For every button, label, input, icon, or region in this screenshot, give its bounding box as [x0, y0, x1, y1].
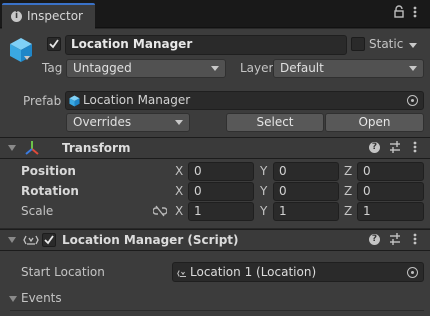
- tag-value: Untagged: [73, 61, 132, 75]
- axis-y-label[interactable]: Y: [260, 184, 267, 198]
- scale-z-field[interactable]: 1: [357, 202, 424, 221]
- help-icon[interactable]: ?: [369, 234, 380, 245]
- static-label: Static: [369, 37, 404, 51]
- axis-x-label[interactable]: X: [175, 184, 183, 198]
- axis-y-label[interactable]: Y: [260, 204, 267, 218]
- object-picker-icon[interactable]: [407, 95, 418, 106]
- script-enabled-checkbox[interactable]: [42, 233, 56, 247]
- scale-x-field[interactable]: 1: [188, 202, 254, 221]
- script-body: [0, 251, 430, 316]
- cube-dropdown-caret-icon[interactable]: [24, 56, 30, 60]
- events-foldout-arrow-icon[interactable]: [9, 296, 17, 302]
- rotation-x-field[interactable]: 0: [188, 182, 254, 201]
- rotation-label: Rotation: [21, 184, 79, 198]
- start-location-label: Start Location: [21, 265, 105, 279]
- open-button[interactable]: Open: [325, 113, 424, 132]
- script-title: Location Manager (Script): [62, 233, 239, 247]
- rotation-y-field[interactable]: 0: [273, 182, 339, 201]
- prefab-asset-name: Location Manager: [83, 93, 191, 107]
- component-menu-icon[interactable]: [412, 141, 418, 155]
- transform-axes-icon: [24, 140, 40, 156]
- scale-label: Scale: [21, 204, 54, 218]
- tab-title: Inspector: [27, 9, 83, 23]
- position-label: Position: [21, 164, 76, 178]
- link-broken-icon[interactable]: [152, 205, 168, 217]
- axis-x-label[interactable]: X: [175, 164, 183, 178]
- axis-y-label[interactable]: Y: [260, 164, 267, 178]
- script-reference-icon: [177, 267, 189, 278]
- component-menu-icon[interactable]: [412, 233, 418, 247]
- tag-label: Tag: [42, 61, 63, 75]
- events-label[interactable]: Events: [21, 291, 62, 305]
- prefab-cube-icon: [69, 95, 80, 107]
- start-location-field[interactable]: Location 1 (Location): [172, 262, 424, 282]
- overrides-dropdown[interactable]: Overrides: [66, 113, 190, 132]
- lock-icon[interactable]: [393, 5, 405, 19]
- position-x-field[interactable]: 0: [188, 162, 254, 181]
- axis-z-label[interactable]: Z: [344, 204, 352, 218]
- presets-icon[interactable]: [389, 141, 401, 153]
- object-name-field[interactable]: Location Manager: [65, 35, 347, 55]
- info-icon: i: [11, 11, 22, 22]
- chevron-down-icon: [175, 120, 183, 125]
- script-icon: [23, 233, 39, 247]
- layer-dropdown[interactable]: Default: [273, 59, 424, 78]
- prefab-asset-field[interactable]: Location Manager: [65, 91, 424, 110]
- axis-z-label[interactable]: Z: [344, 184, 352, 198]
- position-z-field[interactable]: 0: [357, 162, 424, 181]
- inspector-tab[interactable]: i Inspector: [2, 3, 95, 29]
- foldout-arrow-icon[interactable]: [8, 145, 16, 151]
- transform-title: Transform: [62, 141, 131, 155]
- events-divider: [10, 310, 424, 311]
- axis-x-label[interactable]: X: [175, 204, 183, 218]
- tag-dropdown[interactable]: Untagged: [66, 59, 226, 78]
- chevron-down-icon: [409, 66, 417, 71]
- chevron-down-icon: [211, 66, 219, 71]
- select-button[interactable]: Select: [226, 113, 324, 132]
- active-checkbox[interactable]: [47, 37, 61, 51]
- presets-icon[interactable]: [389, 233, 401, 245]
- prefab-label: Prefab: [23, 94, 62, 108]
- start-location-value: Location 1 (Location): [190, 265, 317, 279]
- foldout-arrow-icon[interactable]: [8, 237, 16, 243]
- position-y-field[interactable]: 0: [273, 162, 339, 181]
- more-options-icon[interactable]: [412, 5, 418, 19]
- axis-z-label[interactable]: Z: [344, 164, 352, 178]
- layer-label: Layer: [240, 61, 274, 75]
- layer-value: Default: [280, 61, 324, 75]
- scale-y-field[interactable]: 1: [273, 202, 339, 221]
- static-dropdown-caret-icon[interactable]: [409, 43, 417, 48]
- rotation-z-field[interactable]: 0: [357, 182, 424, 201]
- static-checkbox[interactable]: [351, 37, 365, 51]
- overrides-label: Overrides: [73, 115, 132, 129]
- help-icon[interactable]: ?: [369, 142, 380, 153]
- object-picker-icon[interactable]: [407, 267, 418, 278]
